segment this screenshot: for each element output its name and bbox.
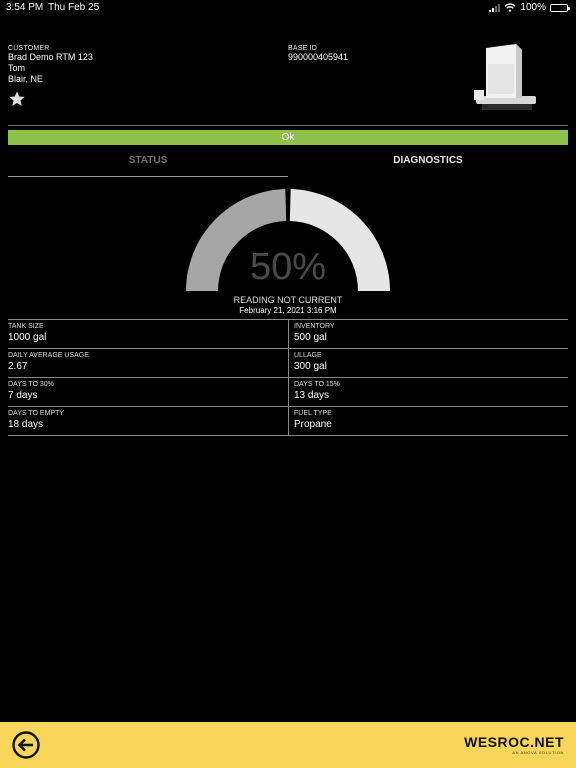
metric-inventory: INVENTORY 500 gal (288, 320, 568, 348)
reading-date: February 21, 2021 3:16 PM (239, 306, 337, 315)
status-time: 3:54 PM (6, 2, 44, 13)
metric-value: 500 gal (294, 332, 327, 343)
metric-label: INVENTORY (294, 323, 335, 330)
metric-value: 13 days (294, 390, 330, 401)
metric-value: Propane (294, 419, 332, 430)
metric-label: DAILY AVERAGE USAGE (8, 352, 89, 359)
cellular-signal-icon (489, 3, 501, 12)
customer-info: CUSTOMER Brad Demo RTM 123 Tom Blair, NE (8, 45, 93, 85)
metric-value: 18 days (8, 419, 44, 430)
metric-days-to-15: DAYS TO 15% 13 days (288, 378, 568, 406)
metric-value: 2.67 (8, 361, 28, 372)
metric-value: 1000 gal (8, 332, 47, 343)
metrics-row: DAYS TO EMPTY 18 days FUEL TYPE Propane (8, 406, 568, 436)
metric-ullage: ULLAGE 300 gal (288, 349, 568, 377)
base-id-value: 990000405941 (288, 52, 349, 62)
metric-label: DAYS TO 15% (294, 381, 340, 388)
status-banner: Ok (8, 130, 568, 145)
gauge-percentage: 50% (249, 246, 327, 288)
metric-label: DAYS TO 30% (8, 381, 54, 388)
header-divider (8, 125, 568, 126)
metric-days-to-empty: DAYS TO EMPTY 18 days (8, 407, 288, 435)
customer-label: CUSTOMER (8, 45, 50, 52)
tab-diagnostics[interactable]: DIAGNOSTICS (288, 155, 568, 166)
metric-value: 7 days (8, 390, 38, 401)
status-date: Thu Feb 25 (48, 2, 100, 13)
tank-monitor-device-icon (474, 44, 536, 110)
status-bar: 3:54 PM Thu Feb 25 100% (0, 0, 576, 16)
metric-tank-size: TANK SIZE 1000 gal (8, 320, 288, 348)
metric-label: FUEL TYPE (294, 410, 332, 417)
customer-contact: Tom (8, 63, 26, 73)
metrics-grid: TANK SIZE 1000 gal INVENTORY 500 gal DAI… (8, 319, 568, 436)
brand-tagline: AN ANOVA SOLUTION (512, 750, 564, 755)
tab-underline (8, 176, 288, 177)
metric-fuel-type: FUEL TYPE Propane (288, 407, 568, 435)
metric-label: DAYS TO EMPTY (8, 410, 65, 417)
metric-label: ULLAGE (294, 352, 322, 359)
metric-value: 300 gal (294, 361, 327, 372)
metric-days-to-30: DAYS TO 30% 7 days (8, 378, 288, 406)
battery-icon (550, 3, 570, 12)
metrics-row: DAYS TO 30% 7 days DAYS TO 15% 13 days (8, 377, 568, 406)
base-id-info: BASE ID 990000405941 (288, 45, 348, 63)
metrics-row: DAILY AVERAGE USAGE 2.67 ULLAGE 300 gal (8, 348, 568, 377)
wifi-icon (504, 3, 516, 12)
customer-name: Brad Demo RTM 123 (8, 52, 93, 62)
customer-location: Blair, NE (8, 74, 44, 84)
brand-logo: WESROC.NET AN ANOVA SOLUTION (464, 734, 564, 755)
metrics-row: TANK SIZE 1000 gal INVENTORY 500 gal (8, 319, 568, 348)
battery-percent: 100% (520, 2, 546, 13)
metric-label: TANK SIZE (8, 323, 44, 330)
metric-daily-average-usage: DAILY AVERAGE USAGE 2.67 (8, 349, 288, 377)
star-icon[interactable] (8, 90, 26, 108)
base-id-label: BASE ID (288, 45, 318, 52)
brand-name: WESROC.NET (464, 734, 564, 750)
back-arrow-icon[interactable] (12, 731, 40, 759)
tab-status[interactable]: STATUS (8, 155, 288, 166)
status-indicators: 100% (489, 2, 570, 13)
reading-status: READING NOT CURRENT (233, 295, 343, 305)
